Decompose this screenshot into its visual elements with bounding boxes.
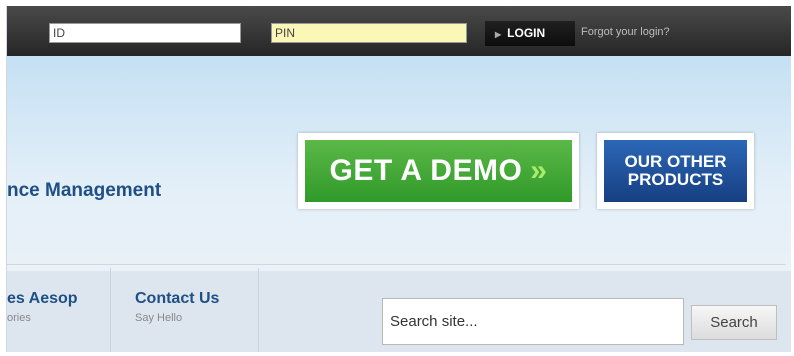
hero-title: nce Management (7, 180, 162, 201)
double-chevron-right-icon: » (530, 154, 548, 187)
get-a-demo-label: GET A DEMO (329, 154, 523, 187)
nav-item-sub: ories (7, 312, 31, 324)
nav-item-label: Contact Us (135, 290, 220, 307)
search-input[interactable]: Search site... (382, 298, 684, 345)
id-input[interactable]: ID (49, 23, 241, 43)
login-label: LOGIN (507, 26, 546, 40)
get-a-demo-button[interactable]: GET A DEMO» (298, 133, 579, 209)
nav-item-aesop[interactable]: es Aesop ories (7, 268, 111, 352)
pin-input[interactable]: PIN (271, 23, 467, 43)
login-bar: ID PIN ▶ LOGIN Forgot your login? (7, 6, 791, 56)
login-button[interactable]: ▶ LOGIN (485, 21, 575, 46)
nav-item-sub: Say Hello (135, 312, 183, 324)
search-button[interactable]: Search (691, 305, 777, 340)
divider (7, 264, 786, 265)
nav-item-contact[interactable]: Contact Us Say Hello (111, 268, 259, 352)
play-arrow-icon: ▶ (495, 30, 502, 39)
page-frame: ID PIN ▶ LOGIN Forgot your login? nce Man… (6, 6, 791, 352)
nav-item-label: es Aesop (7, 290, 78, 307)
our-other-products-button[interactable]: OUR OTHER PRODUCTS (597, 133, 754, 209)
products-line1: OUR OTHER (624, 152, 727, 171)
forgot-login-link[interactable]: Forgot your login? (581, 26, 670, 38)
hero-banner: nce Management GET A DEMO» OUR OTHER PRO… (7, 56, 791, 271)
products-line2: PRODUCTS (627, 170, 724, 189)
